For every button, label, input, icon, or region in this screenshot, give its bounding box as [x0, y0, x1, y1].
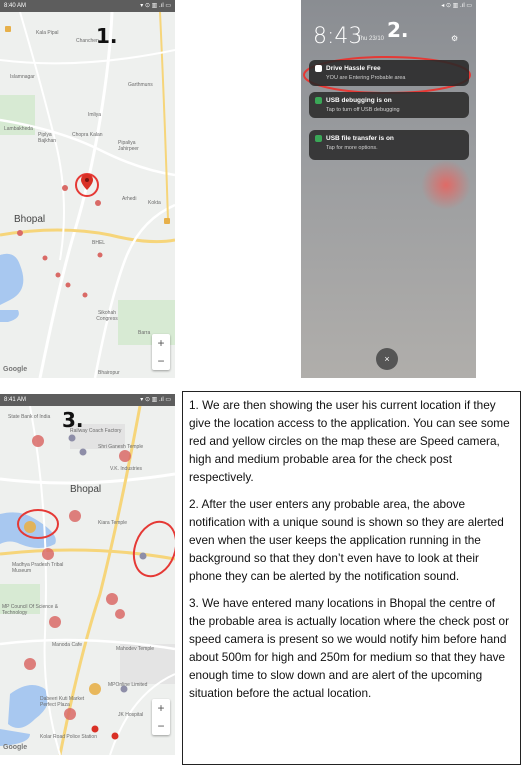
zoom-in-button[interactable]: + [152, 699, 170, 717]
notification-text: Tap for more options. [326, 145, 378, 151]
place-label: Kokta [148, 200, 161, 206]
step-number-2: 2. [387, 18, 409, 42]
place-label: JK Hospital [118, 712, 144, 718]
notification-title: USB file transfer is on [326, 135, 394, 142]
notification-title: USB debugging is on [326, 97, 392, 104]
description-box: 1. We are then showing the user his curr… [182, 391, 521, 765]
notification-usb-debugging[interactable]: USB debugging is on Tap to turn off USB … [309, 92, 469, 118]
step-number-1: 1. [96, 24, 118, 48]
description-paragraph-3: 3. We have entered many locations in Bho… [189, 596, 510, 700]
place-label: Imliya [88, 112, 102, 118]
place-label: Kala Pipal [36, 30, 59, 36]
zoom-in-button[interactable]: + [152, 334, 170, 352]
notification-title: Drive Hassle Free [326, 65, 381, 72]
place-label: BHEL [92, 240, 106, 246]
place-label: Railway Coach Factory [70, 428, 122, 434]
app-icon [315, 65, 322, 72]
place-label: Dabeeri Kuti Market Perfect Plaza [40, 696, 85, 708]
place-label: MP Council Of Science & Technology [2, 604, 59, 616]
zoom-control: + − [152, 334, 170, 370]
notification-text: Tap to turn off USB debugging [326, 107, 400, 113]
place-label: Mahodev Temple [116, 646, 154, 652]
place-label: Madhya Pradesh Tribal Museum [12, 562, 64, 574]
notification-text: YOU are Entering Probable area [326, 75, 406, 81]
status-bar: 8:41 AM ▾ ⊙ ▥ .ıl ▭ [0, 394, 175, 406]
map-panel-3[interactable]: 8:41 AM ▾ ⊙ ▥ .ıl ▭ 3. State Bank of Ind… [0, 394, 175, 755]
place-label: V.K. Industries [110, 466, 143, 472]
place-label: MPOnline Limited [108, 682, 148, 688]
city-label: Bhopal [14, 214, 46, 225]
wallpaper-glow [421, 160, 471, 210]
settings-icon[interactable]: ⚙ [451, 34, 458, 43]
status-time: 8:41 AM [4, 397, 27, 403]
place-label: Shri Ganesh Temple [98, 444, 144, 450]
place-label: State Bank of India [8, 414, 51, 420]
place-label: Arhedi [122, 196, 137, 202]
place-label: Lambakheda [4, 126, 33, 132]
zoom-out-button[interactable]: − [152, 717, 170, 735]
status-icons: ▾ ⊙ ▥ .ıl ▭ [140, 3, 171, 9]
map-panel-1[interactable]: 8:40 AM ▾ ⊙ ▥ .ıl ▭ Kala Pipal Chanchen … [0, 0, 175, 378]
status-bar: 8:40 AM ▾ ⊙ ▥ .ıl ▭ [0, 0, 175, 12]
description-paragraph-2: 2. After the user enters any probable ar… [189, 497, 504, 583]
lockscreen-date: Thu 23/10 [357, 36, 385, 42]
place-label: Manoda Cafe [52, 642, 83, 648]
status-time: 8:40 AM [4, 3, 27, 9]
place-label: Bhairopur [98, 370, 120, 376]
zoom-control: + − [152, 699, 170, 735]
notification-drive-hassle-free[interactable]: Drive Hassle Free YOU are Entering Proba… [309, 60, 469, 86]
notification-usb-file-transfer[interactable]: USB file transfer is on Tap for more opt… [309, 130, 469, 160]
place-label: Garthmuns [128, 82, 153, 88]
city-label: Bhopal [70, 484, 102, 495]
place-label: Barra [138, 330, 151, 336]
status-icons: ▾ ⊙ ▥ .ıl ▭ [140, 397, 171, 403]
place-label: Islamnagar [10, 74, 35, 80]
description-paragraph-1: 1. We are then showing the user his curr… [189, 398, 510, 484]
notification-shade-panel: ◂ ⊙ ▥ .ıl ▭ 8:43 Thu 23/10 2. ⚙ Drive Ha… [301, 0, 476, 378]
status-icons: ◂ ⊙ ▥ .ıl ▭ [441, 3, 472, 9]
lockscreen-time: 8:43 [313, 24, 363, 49]
place-label: Chopra Kalan [72, 132, 103, 138]
zoom-out-button[interactable]: − [152, 352, 170, 370]
close-icon[interactable]: × [376, 348, 398, 370]
google-logo: Google [3, 744, 28, 751]
place-label: Kiara Temple [98, 520, 128, 526]
usb-icon [315, 135, 322, 142]
place-label: Piplya Bajkhan [38, 132, 57, 144]
place-label: Pipaliya Jahirpeer [118, 140, 139, 152]
place-label: Sikohah Congress [96, 310, 118, 322]
usb-icon [315, 97, 322, 104]
location-pin-icon[interactable] [81, 174, 93, 190]
google-logo: Google [3, 366, 28, 373]
place-label: Kolar Road Police Station [40, 734, 97, 740]
